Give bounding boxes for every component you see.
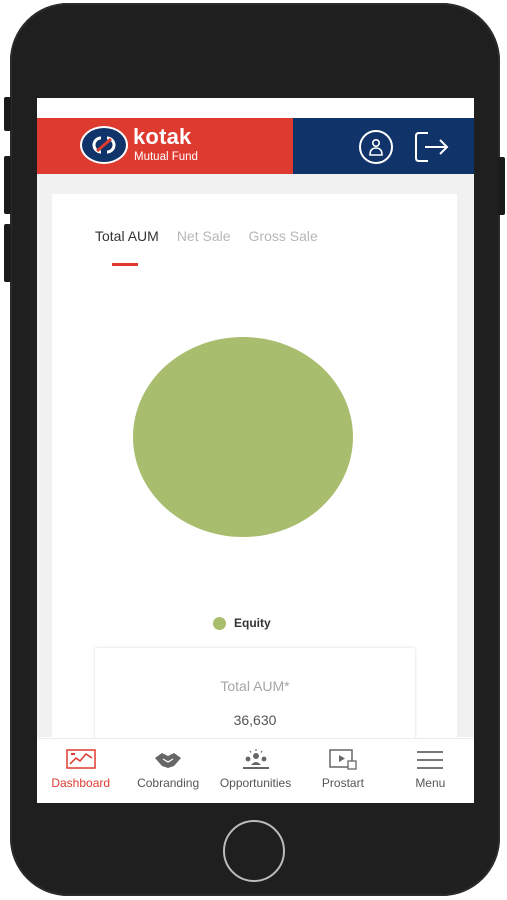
nav-cobranding[interactable]: Cobranding xyxy=(124,739,211,803)
nav-label-cobranding: Cobranding xyxy=(137,776,200,790)
nav-dashboard[interactable]: Dashboard xyxy=(37,739,124,803)
kotak-logo-icon xyxy=(80,126,128,164)
header-actions xyxy=(293,118,474,174)
nav-menu[interactable]: Menu xyxy=(387,739,474,803)
mute-switch xyxy=(4,97,11,131)
hamburger-menu-icon xyxy=(417,751,444,769)
opportunities-icon xyxy=(242,749,269,769)
status-bar xyxy=(37,98,474,118)
legend-label-equity: Equity xyxy=(234,616,271,630)
app-header: kotak Mutual Fund xyxy=(37,118,474,174)
nav-label-dashboard: Dashboard xyxy=(51,776,111,790)
tab-net-sale[interactable]: Net Sale xyxy=(177,228,231,244)
brand-area: kotak Mutual Fund xyxy=(37,118,293,174)
brand-subtitle: Mutual Fund xyxy=(134,151,198,163)
tab-gross-sale[interactable]: Gross Sale xyxy=(249,228,318,244)
power-button xyxy=(498,157,505,215)
nav-label-prostart: Prostart xyxy=(321,776,364,790)
total-aum-label: Total AUM* xyxy=(220,678,290,694)
bottom-navigation: Dashboard Cobranding Opportunities Prost… xyxy=(37,738,474,803)
handshake-icon xyxy=(155,753,182,768)
active-tab-indicator xyxy=(112,263,138,266)
app-screen: kotak Mutual Fund Total AUM Net Sale Gro… xyxy=(37,98,474,803)
home-button[interactable] xyxy=(223,820,285,882)
brand-name: kotak xyxy=(133,124,192,149)
chart-legend: Equity xyxy=(213,616,271,630)
user-icon xyxy=(369,138,383,156)
profile-button[interactable] xyxy=(359,130,393,164)
logout-icon xyxy=(415,132,449,162)
volume-up-button xyxy=(4,156,11,214)
aum-pie-chart xyxy=(133,337,353,537)
logout-button[interactable] xyxy=(414,130,450,164)
metric-tabs: Total AUM Net Sale Gross Sale xyxy=(95,228,318,244)
tab-total-aum[interactable]: Total AUM xyxy=(95,228,159,244)
nav-opportunities[interactable]: Opportunities xyxy=(212,739,299,803)
dashboard-icon xyxy=(65,749,96,769)
pie-slice-equity[interactable] xyxy=(133,337,353,537)
volume-down-button xyxy=(4,224,11,282)
nav-prostart[interactable]: Prostart xyxy=(299,739,386,803)
legend-swatch-equity xyxy=(213,616,226,630)
nav-label-opportunities: Opportunities xyxy=(219,776,292,790)
video-icon xyxy=(329,749,357,770)
nav-label-menu: Menu xyxy=(415,776,446,790)
total-aum-value: 36,630 xyxy=(233,712,277,728)
